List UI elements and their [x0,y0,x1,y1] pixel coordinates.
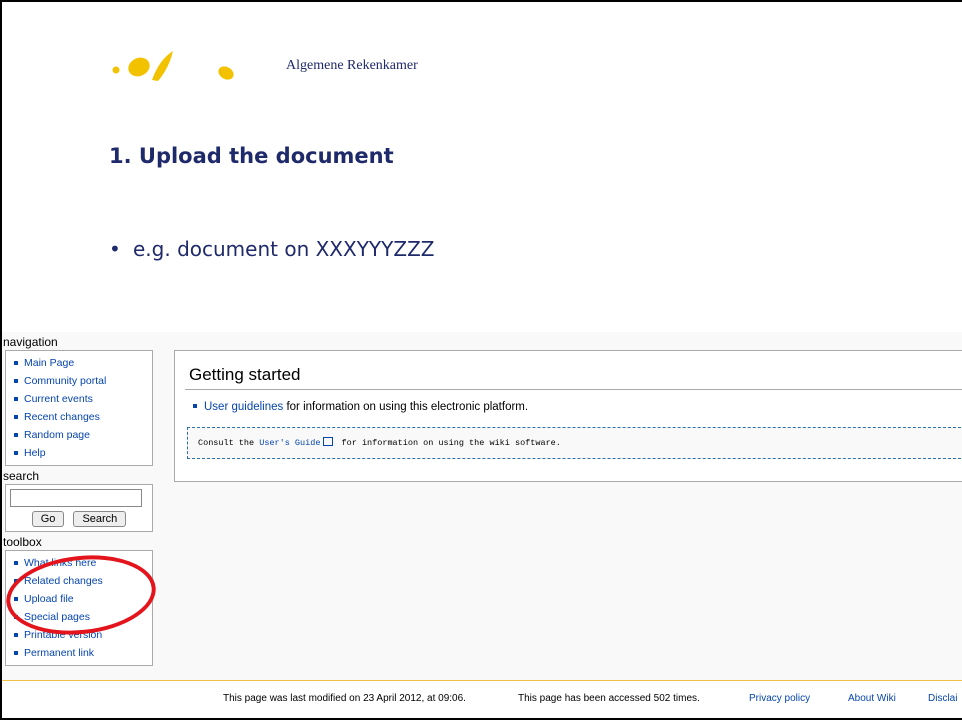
wiki-footer: This page was last modified on 23 April … [2,680,962,718]
nav-item-community-portal[interactable]: Community portal [6,372,152,390]
wiki-content: Getting started User guidelines for info… [174,350,962,482]
slide-title: 1. Upload the document [109,144,394,168]
navigation-portlet: Main Page Community portal Current event… [5,350,153,466]
navigation-heading: navigation [3,335,58,349]
nav-item-help[interactable]: Help [6,444,152,462]
privacy-policy-link[interactable]: Privacy policy [749,693,810,704]
organization-name: Algemene Rekenkamer [286,58,418,73]
consult-box: Consult the User's Guide for information… [187,427,962,459]
search-heading: search [3,469,40,483]
toolbox-item-permanent-link[interactable]: Permanent link [6,644,152,662]
search-buttons: Go Search [10,511,148,527]
disclaimers-link[interactable]: Disclai [928,693,957,704]
nav-item-recent-changes[interactable]: Recent changes [6,408,152,426]
rekenkamer-logo [112,51,234,81]
bullet-text: e.g. document on XXXYYYZZZ [133,237,435,261]
external-link-icon [323,437,334,446]
list-bullet-icon [193,403,197,408]
guidelines-item: User guidelines for information on using… [193,401,528,413]
page-heading: Getting started [189,365,301,384]
bullet-dot: • [109,237,121,261]
access-count-text: This page has been accessed 502 times. [518,693,700,704]
slide: Algemene Rekenkamer 1. Upload the docume… [0,0,962,720]
nav-item-current-events[interactable]: Current events [6,390,152,408]
wiki-screenshot: navigation Main Page Community portal Cu… [2,332,962,718]
nav-item-random-page[interactable]: Random page [6,426,152,444]
go-button[interactable]: Go [31,511,65,527]
search-input[interactable] [10,489,142,507]
users-guide-link[interactable]: User's Guide [259,438,320,448]
guidelines-text: for information on using this electronic… [283,401,529,413]
user-guidelines-link[interactable]: User guidelines [204,401,283,413]
search-button[interactable]: Search [73,511,127,527]
logo-small-dot [112,66,120,74]
logo-large-dot [128,57,150,77]
logo-slash [152,51,173,81]
search-portlet: Go Search [5,484,153,532]
heading-divider [185,389,962,390]
slide-bullet: • e.g. document on XXXYYYZZZ [109,237,434,261]
about-wiki-link[interactable]: About Wiki [848,693,896,704]
consult-suffix: for information on using the wiki softwa… [336,438,561,448]
toolbox-heading: toolbox [3,535,42,549]
nav-item-main-page[interactable]: Main Page [6,354,152,372]
logo-right-dot [218,66,234,80]
consult-prefix: Consult the [198,438,260,448]
last-modified-text: This page was last modified on 23 April … [223,693,466,704]
consult-line: Consult the User's Guide for information… [198,437,561,448]
